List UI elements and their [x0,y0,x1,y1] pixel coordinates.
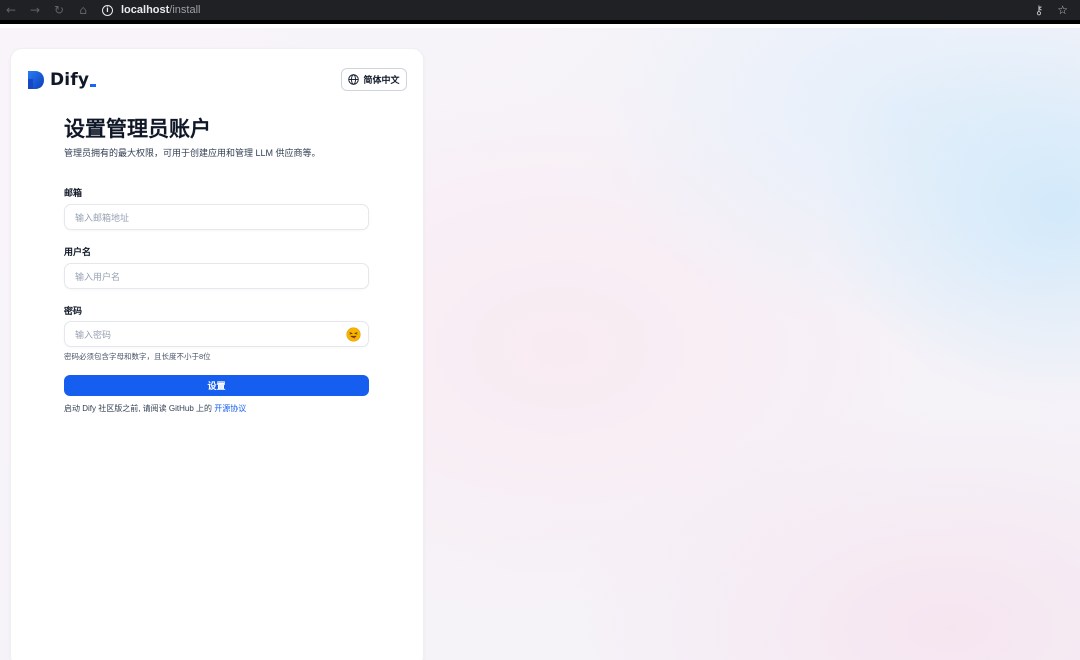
agreement-prefix: 启动 Dify 社区版之前, 请阅读 GitHub 上的 [64,404,215,413]
username-placeholder: 输入用户名 [75,271,121,282]
username-label: 用户名 [64,247,92,257]
password-field[interactable]: 输入密码 [64,321,369,347]
password-placeholder: 输入密码 [75,329,112,340]
logo-underscore [90,83,97,87]
open-source-license-link[interactable]: 开源协议 [214,404,246,413]
setup-button[interactable]: 设置 [64,375,369,396]
page-title: 设置管理员账户 [64,118,211,141]
agreement-text: 启动 Dify 社区版之前, 请阅读 GitHub 上的 开源协议 [64,403,246,414]
language-label: 简体中文 [363,75,400,85]
url-host: localhost [121,4,170,16]
browser-nav: ← → ↻ ⌂ [0,0,94,21]
reload-icon[interactable]: ↻ [48,0,70,21]
email-placeholder: 输入邮箱地址 [75,212,130,223]
key-icon[interactable]: ⚷ [1034,3,1043,17]
url-path: /install [169,4,201,16]
dify-logo-icon [28,71,44,89]
language-selector[interactable]: 简体中文 [341,68,407,91]
globe-icon [348,74,360,85]
home-icon[interactable]: ⌂ [72,0,94,21]
email-label: 邮箱 [64,188,83,198]
password-hint: 密码必须包含字母和数字，且长度不小于8位 [64,352,211,361]
browser-toolbar: ← → ↻ ⌂ i localhost/install ⚷ ☆ [0,0,1080,24]
back-icon[interactable]: ← [0,0,22,21]
username-field[interactable]: 输入用户名 [64,263,369,289]
star-icon[interactable]: ☆ [1057,3,1068,17]
address-bar[interactable]: i localhost/install [102,0,200,20]
page-subtitle: 管理员拥有的最大权限，可用于创建应用和管理 LLM 供应商等。 [64,148,321,158]
dify-logo: Dify [27,70,97,90]
site-info-icon[interactable]: i [102,4,113,16]
browser-actions: ⚷ ☆ [1034,3,1080,17]
logo-text: Dify [50,70,90,90]
show-password-emoji-icon[interactable] [346,327,361,342]
email-field[interactable]: 输入邮箱地址 [64,204,369,230]
forward-icon[interactable]: → [24,0,46,21]
password-label: 密码 [64,306,83,316]
